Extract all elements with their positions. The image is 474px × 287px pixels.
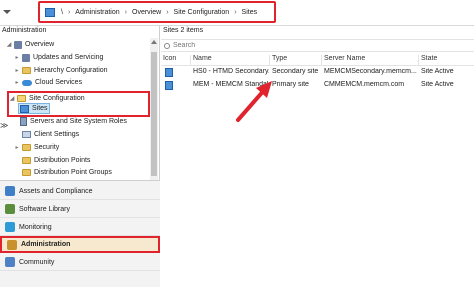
workspace-label: Monitoring (19, 223, 52, 231)
monitoring-icon (5, 222, 15, 232)
cell-type: Primary site (272, 81, 309, 88)
cell-state: Site Active (421, 68, 454, 75)
collapse-icon[interactable]: ◢ (9, 95, 15, 102)
expand-icon[interactable]: ▸ (14, 67, 20, 74)
tree-item-label: Overview (25, 41, 55, 48)
expand-icon[interactable]: ▸ (14, 79, 20, 86)
expand-icon[interactable]: ▸ (14, 144, 20, 151)
breadcrumb-overview[interactable]: Overview (132, 9, 161, 16)
overview-icon (14, 40, 22, 49)
nav-scrollbar[interactable] (150, 38, 158, 203)
workspace-assets-and-compliance[interactable]: Assets and Compliance (0, 183, 160, 200)
tree-item-cloud-services[interactable]: ▸ Cloud Services (14, 77, 82, 88)
administration-icon (7, 239, 17, 250)
breadcrumb-separator: › (124, 8, 127, 16)
search-icon (164, 42, 170, 49)
cell-type: Secondary site (272, 68, 319, 75)
breadcrumb-root[interactable]: \ (61, 9, 63, 16)
tree-item-label: Servers and Site System Roles (30, 118, 127, 125)
tree-item-label: Distribution Point Groups (34, 169, 112, 176)
workspace-monitoring[interactable]: Monitoring (0, 219, 160, 236)
list-title: Sites 2 items (163, 27, 204, 34)
server-icon (20, 117, 27, 126)
tree-lines-icon: ≫ (0, 121, 9, 130)
column-header-type[interactable]: Type (270, 55, 322, 65)
tree-item-label: Cloud Services (35, 79, 83, 86)
tree-item-distribution-points[interactable]: Distribution Points (14, 155, 90, 166)
breadcrumb-separator: › (67, 8, 71, 16)
folder-open-icon (17, 95, 26, 102)
grid-header: Icon Name Type Server Name State (161, 54, 474, 66)
breadcrumb-separator: › (166, 8, 169, 16)
cell-state: Site Active (421, 81, 454, 88)
folder-icon (22, 157, 31, 164)
chevron-down-icon (3, 10, 11, 14)
content-pane: Sites 2 items Icon Name Type Server Name… (161, 26, 474, 287)
breadcrumb: \ › Administration › Overview › Site Con… (38, 1, 276, 23)
red-arrow-annotation (236, 81, 272, 122)
search-bar (161, 39, 474, 52)
tree-item-label: Distribution Points (34, 157, 91, 164)
workspace-community[interactable]: Community (0, 254, 160, 271)
tree-item-overview[interactable]: ◢ Overview (6, 39, 54, 50)
table-row[interactable]: MEM - MEMCM Standal... Primary site CMME… (161, 80, 474, 92)
tree-item-sites[interactable]: Sites (20, 103, 48, 114)
column-header-state[interactable]: State (419, 55, 474, 65)
nav-pane-title: Administration (2, 27, 47, 34)
tree-item-label: Client Settings (34, 131, 80, 138)
assets-icon (5, 186, 15, 196)
workspace-bar: Assets and Compliance Software Library M… (0, 180, 160, 287)
tree-item-distribution-point-groups[interactable]: Distribution Point Groups (14, 167, 112, 178)
client-settings-icon (22, 131, 31, 138)
site-icon (165, 68, 173, 77)
tree-item-hierarchy-configuration[interactable]: ▸ Hierarchy Configuration (14, 65, 108, 76)
sites-icon (20, 104, 29, 113)
workspace-label: Assets and Compliance (19, 187, 93, 195)
collapse-icon[interactable]: ◢ (6, 41, 12, 48)
tree-item-label: Site Configuration (29, 95, 85, 102)
breadcrumb-administration[interactable]: Administration (75, 9, 119, 16)
folder-icon (22, 67, 31, 74)
folder-icon (22, 169, 31, 176)
breadcrumb-site-configuration[interactable]: Site Configuration (174, 9, 230, 16)
tree-item-label: Security (34, 144, 60, 151)
cell-server-name: CMMEMCM.memcm.com (324, 81, 405, 88)
table-row[interactable]: HS0 - HTMD Secondary... Secondary site M… (161, 67, 474, 79)
cloud-icon (22, 79, 32, 86)
breadcrumb-bar: \ › Administration › Overview › Site Con… (0, 0, 474, 26)
expand-icon[interactable]: ▸ (14, 54, 20, 61)
scrollbar-thumb[interactable] (151, 52, 157, 176)
search-input[interactable] (173, 42, 373, 49)
breadcrumb-separator: › (234, 8, 237, 16)
folder-icon (22, 144, 31, 151)
cell-name: HS0 - HTMD Secondary... (193, 68, 269, 75)
tree-item-updates-and-servicing[interactable]: ▸ Updates and Servicing (14, 52, 103, 63)
tree-item-label: Hierarchy Configuration (34, 67, 108, 74)
workspace-label: Administration (21, 241, 71, 248)
tree-item-label: Sites (32, 105, 48, 112)
workspace-label: Software Library (19, 205, 70, 213)
column-header-name[interactable]: Name (191, 55, 270, 65)
site-icon (165, 81, 173, 90)
tree-item-servers-and-site-system-roles[interactable]: Servers and Site System Roles (20, 116, 127, 127)
console-icon (45, 7, 55, 17)
column-header-icon[interactable]: Icon (161, 55, 191, 65)
column-header-server-name[interactable]: Server Name (322, 55, 419, 65)
updates-icon (22, 53, 30, 62)
tree-item-security[interactable]: ▸ Security (14, 142, 59, 153)
workspace-software-library[interactable]: Software Library (0, 201, 160, 218)
cell-server-name: MEMCMSecondary.memcm... (324, 68, 417, 75)
breadcrumb-sites[interactable]: Sites (242, 9, 258, 16)
community-icon (5, 257, 15, 267)
scroll-up-icon[interactable] (151, 40, 157, 44)
workspace-administration[interactable]: Administration (0, 236, 160, 253)
software-library-icon (5, 204, 15, 214)
tree-item-client-settings[interactable]: Client Settings (14, 129, 79, 140)
tree-item-label: Updates and Servicing (33, 54, 104, 61)
breadcrumb-dropdown-button[interactable] (0, 4, 14, 20)
workspace-label: Community (19, 258, 55, 266)
